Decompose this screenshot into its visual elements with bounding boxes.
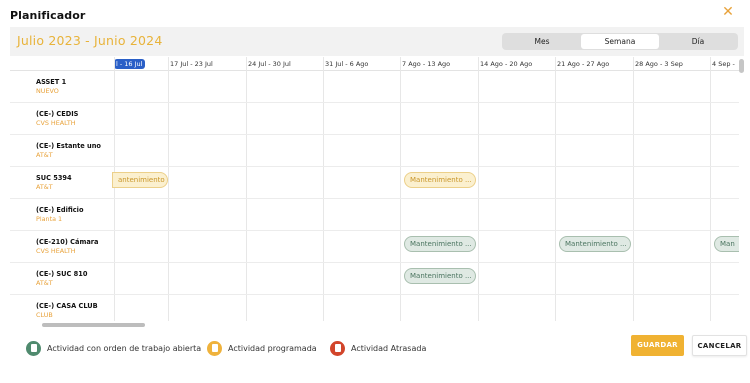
asset-row: (CE-) CASA CLUB CLUB [10,295,739,321]
asset-name: (CE-) Edificio [36,206,84,214]
activity-pill[interactable]: Mantenimiento ... [404,268,476,284]
planner-grid: l - 16 Jul 17 Jul - 23 Jul 24 Jul - 30 Jul… [10,57,739,321]
view-week-button[interactable]: Semana [581,34,659,49]
week-label: 7 Ago - 13 Ago [402,60,451,68]
view-day-button[interactable]: Día [659,34,737,49]
cancel-button[interactable]: CANCELAR [692,335,747,356]
asset-client: CLUB [36,311,53,319]
asset-row: (CE-) Edificio Planta 1 [10,199,739,231]
week-label: 24 Jul - 30 Jul [248,60,291,68]
asset-row: (CE-) CEDIS CVS HEALTH [10,103,739,135]
planner-toolbar: Julio 2023 - Junio 2024 Mes Semana Día [10,27,744,56]
view-month-button[interactable]: Mes [503,34,581,49]
asset-name: (CE-) CASA CLUB [36,302,98,310]
legend-label: Actividad programada [228,343,317,353]
asset-name: (CE-) Estante uno [36,142,101,150]
legend-item: Actividad Atrasada [330,340,426,356]
asset-name: (CE-) CEDIS [36,110,79,118]
activity-pill[interactable]: Mantenimiento ... [404,236,476,252]
asset-client: AT&T [36,279,53,287]
week-label-current: l - 16 Jul [114,59,146,69]
asset-client: CVS HEALTH [36,247,76,255]
view-switcher: Mes Semana Día [502,33,738,50]
activity-pill[interactable]: Mantenimiento ... [404,172,476,188]
activity-pill[interactable]: Mantenimiento ... [559,236,631,252]
asset-client: CVS HEALTH [36,119,76,127]
week-header: l - 16 Jul 17 Jul - 23 Jul 24 Jul - 30 Jul… [10,57,739,71]
asset-client: Planta 1 [36,215,63,223]
date-range-label: Julio 2023 - Junio 2024 [17,33,163,48]
asset-row: (CE-) SUC 810 AT&T [10,263,739,295]
save-button[interactable]: GUARDAR [631,335,684,356]
clipboard-icon [330,340,345,356]
asset-name: ASSET 1 [36,78,67,86]
asset-client: AT&T [36,183,53,191]
legend-label: Actividad con orden de trabajo abierta [47,343,202,353]
legend-item: Actividad programada [207,340,317,356]
week-label: 4 Sep - [712,60,735,68]
week-label: 17 Jul - 23 Jul [170,60,213,68]
horizontal-scrollbar[interactable] [42,323,145,327]
activity-pill[interactable]: Man [714,236,739,252]
asset-row: ASSET 1 NUEVO [10,71,739,103]
dialog-title: Planificador [10,9,86,22]
legend-label: Actividad Atrasada [351,343,427,353]
legend-item: Actividad con orden de trabajo abierta [26,340,201,356]
clipboard-icon [207,340,222,356]
activity-pill[interactable]: antenimiento ... [112,172,168,188]
clipboard-icon [26,340,41,356]
asset-client: AT&T [36,151,53,159]
week-label: 31 Jul - 6 Ago [325,60,369,68]
close-icon[interactable]: ✕ [721,5,735,19]
week-label: 21 Ago - 27 Ago [557,60,610,68]
asset-name: (CE-) SUC 810 [36,270,88,278]
asset-row: (CE-) Estante uno AT&T [10,135,739,167]
asset-name: (CE-210) Cámara [36,238,99,246]
week-label: 14 Ago - 20 Ago [480,60,533,68]
asset-name: SUC 5394 [36,174,72,182]
vertical-scrollbar[interactable] [739,59,744,73]
week-label: 28 Ago - 3 Sep [635,60,683,68]
asset-client: NUEVO [36,87,59,95]
